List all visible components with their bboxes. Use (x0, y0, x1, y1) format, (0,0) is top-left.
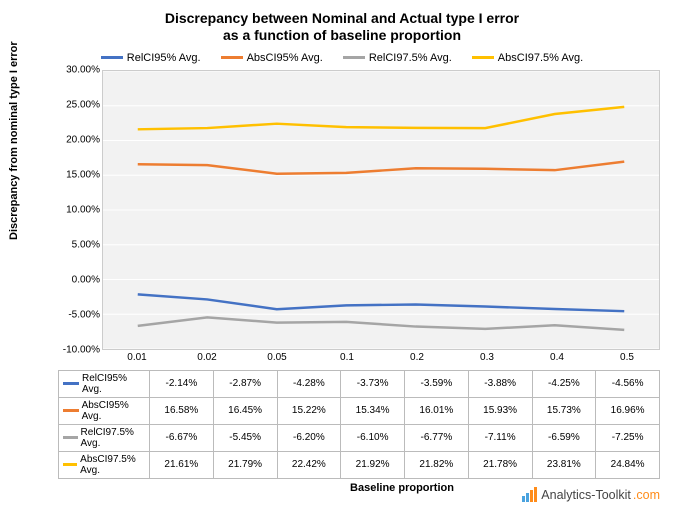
table-cell: -2.14% (150, 370, 214, 397)
legend: RelCI95% Avg. AbsCI95% Avg. RelCI97.5% A… (0, 48, 684, 70)
series-swatch (63, 436, 78, 439)
table-cell: -4.28% (277, 370, 341, 397)
x-tick-label: 0.2 (397, 352, 437, 363)
series-name: RelCI95% Avg. (59, 373, 149, 395)
chart-area: -10.00%-5.00%0.00%5.00%10.00%15.00%20.00… (58, 70, 660, 370)
table-cell: 21.82% (405, 451, 469, 478)
y-tick-label: 10.00% (54, 204, 100, 215)
table-cell: -4.25% (532, 370, 596, 397)
y-tick-label: -5.00% (54, 309, 100, 320)
x-tick-label: 0.02 (187, 352, 227, 363)
series-swatch (63, 409, 79, 412)
y-tick-label: 20.00% (54, 134, 100, 145)
legend-item: AbsCI95% Avg. (221, 52, 323, 64)
table-row: RelCI97.5% Avg.-6.67%-5.45%-6.20%-6.10%-… (59, 424, 660, 451)
logo-tld: .com (633, 488, 660, 502)
table-cell: 21.61% (150, 451, 214, 478)
chart-container: { "chart_data": { "type": "line", "title… (0, 0, 684, 508)
table-cell: 21.79% (213, 451, 277, 478)
chart-title: Discrepancy between Nominal and Actual t… (0, 0, 684, 48)
legend-swatch (221, 56, 243, 59)
y-tick-label: 15.00% (54, 169, 100, 180)
legend-item: RelCI95% Avg. (101, 52, 201, 64)
table-cell: 15.73% (532, 397, 596, 424)
y-axis-label: Discrepancy from nominal type I error (8, 41, 20, 240)
table-cell: -7.25% (596, 424, 660, 451)
plot-svg (103, 71, 659, 349)
data-table: RelCI95% Avg.-2.14%-2.87%-4.28%-3.73%-3.… (58, 370, 660, 479)
table-cell: 16.01% (405, 397, 469, 424)
y-tick-label: 30.00% (54, 64, 100, 75)
table-row: RelCI95% Avg.-2.14%-2.87%-4.28%-3.73%-3.… (59, 370, 660, 397)
table-cell: -2.87% (213, 370, 277, 397)
logo: Analytics-Toolkit.com (522, 487, 660, 502)
table-cell: -5.45% (213, 424, 277, 451)
series-swatch (63, 463, 77, 466)
series-name: AbsCI95% Avg. (59, 400, 149, 422)
table-cell: -6.59% (532, 424, 596, 451)
legend-label: AbsCI95% Avg. (247, 52, 323, 64)
table-cell: 15.34% (341, 397, 405, 424)
y-tick-label: 5.00% (54, 239, 100, 250)
x-tick-label: 0.4 (537, 352, 577, 363)
table-cell: -3.73% (341, 370, 405, 397)
y-tick-label: 0.00% (54, 274, 100, 285)
data-table-body: RelCI95% Avg.-2.14%-2.87%-4.28%-3.73%-3.… (59, 370, 660, 478)
x-tick-label: 0.01 (117, 352, 157, 363)
title-line-2: as a function of baseline proportion (0, 27, 684, 44)
plot-area (102, 70, 660, 350)
series-name: RelCI97.5% Avg. (59, 427, 149, 449)
title-line-1: Discrepancy between Nominal and Actual t… (0, 10, 684, 27)
table-cell: 15.22% (277, 397, 341, 424)
table-cell: 23.81% (532, 451, 596, 478)
y-tick-label: -10.00% (54, 344, 100, 355)
table-cell: 22.42% (277, 451, 341, 478)
table-cell: 16.58% (150, 397, 214, 424)
table-cell: 16.45% (213, 397, 277, 424)
series-name: AbsCI97.5% Avg. (59, 454, 149, 476)
x-tick-label: 0.1 (327, 352, 367, 363)
table-cell: 21.78% (468, 451, 532, 478)
table-cell: 21.92% (341, 451, 405, 478)
x-tick-label: 0.3 (467, 352, 507, 363)
legend-item: RelCI97.5% Avg. (343, 52, 452, 64)
table-cell: -6.67% (150, 424, 214, 451)
legend-label: RelCI97.5% Avg. (369, 52, 452, 64)
table-cell: -3.59% (405, 370, 469, 397)
table-cell: -6.10% (341, 424, 405, 451)
legend-label: AbsCI97.5% Avg. (498, 52, 583, 64)
x-tick-label: 0.5 (607, 352, 647, 363)
table-cell: -4.56% (596, 370, 660, 397)
table-row: AbsCI95% Avg.16.58%16.45%15.22%15.34%16.… (59, 397, 660, 424)
table-cell: -6.77% (405, 424, 469, 451)
logo-text: Analytics-Toolkit (541, 488, 631, 502)
table-cell: 15.93% (468, 397, 532, 424)
y-tick-label: 25.00% (54, 99, 100, 110)
legend-swatch (343, 56, 365, 59)
x-tick-label: 0.05 (257, 352, 297, 363)
legend-swatch (472, 56, 494, 59)
table-cell: -6.20% (277, 424, 341, 451)
table-cell: 16.96% (596, 397, 660, 424)
table-cell: 24.84% (596, 451, 660, 478)
series-swatch (63, 382, 79, 385)
table-row: AbsCI97.5% Avg.21.61%21.79%22.42%21.92%2… (59, 451, 660, 478)
table-cell: -7.11% (468, 424, 532, 451)
logo-bars-icon (522, 487, 537, 502)
legend-label: RelCI95% Avg. (127, 52, 201, 64)
legend-swatch (101, 56, 123, 59)
legend-item: AbsCI97.5% Avg. (472, 52, 583, 64)
table-cell: -3.88% (468, 370, 532, 397)
